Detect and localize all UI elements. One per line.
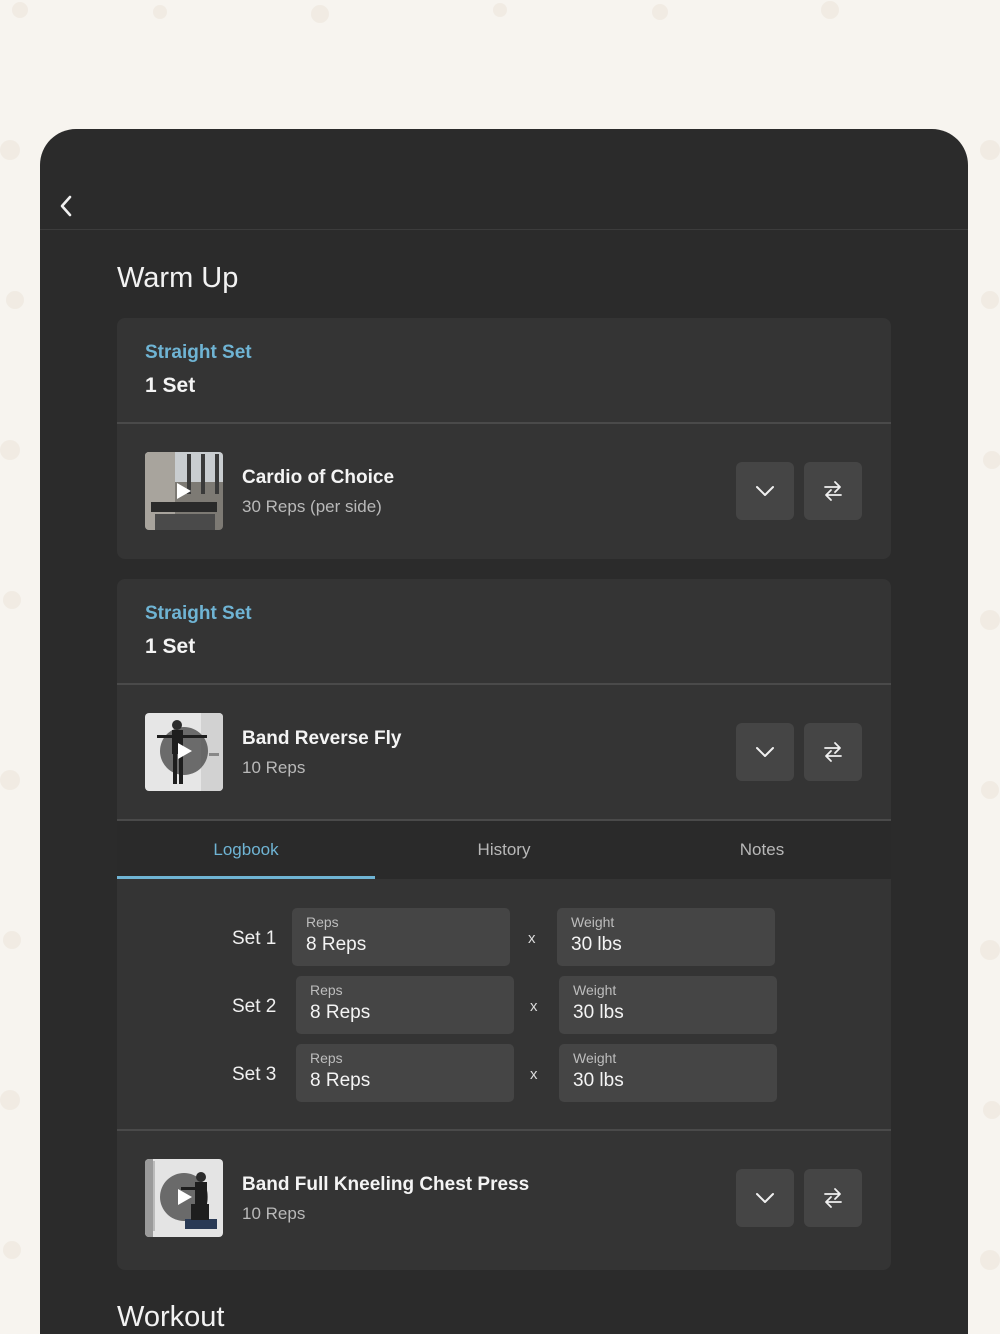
reps-input[interactable]: Reps 8 Reps: [296, 976, 514, 1034]
exercise-row[interactable]: Band Full Kneeling Chest Press 10 Reps: [117, 1131, 891, 1265]
reps-field-value: 8 Reps: [306, 934, 367, 955]
set-count-label: 1 Set: [145, 635, 196, 658]
group-header: Straight Set 1 Set: [117, 579, 891, 685]
weight-input[interactable]: Weight 30 lbs: [559, 1044, 777, 1102]
chevron-left-icon: [60, 195, 72, 217]
multiply-sign: x: [530, 1066, 538, 1083]
expand-button[interactable]: [736, 723, 794, 781]
section-title-warmup: Warm Up: [117, 262, 239, 294]
reps-field-value: 8 Reps: [310, 1070, 371, 1091]
reps-input[interactable]: Reps 8 Reps: [292, 908, 510, 966]
set-count-label: 1 Set: [145, 374, 196, 397]
swap-arrows-icon: [824, 481, 842, 501]
exercise-name: Band Reverse Fly: [242, 728, 402, 749]
exercise-video-thumbnail[interactable]: [145, 452, 223, 530]
exercise-group-card: Straight Set 1 Set Cardio of Choice 30 R…: [117, 318, 891, 559]
expand-button[interactable]: [736, 1169, 794, 1227]
exercise-detail: 30 Reps (per side): [242, 497, 382, 516]
app-window: Warm Up Straight Set 1 Set Cardio of Cho…: [40, 129, 968, 1334]
exercise-row[interactable]: Cardio of Choice 30 Reps (per side): [117, 424, 891, 558]
logbook-panel: Set 1 Reps 8 Reps x Weight 30 lbs Set 2 …: [117, 879, 891, 1131]
set-label: Set 1: [232, 928, 277, 949]
exercise-name: Band Full Kneeling Chest Press: [242, 1174, 530, 1195]
weight-field-label: Weight: [573, 982, 617, 998]
multiply-sign: x: [530, 998, 538, 1015]
weight-field-label: Weight: [571, 914, 615, 930]
reps-field-label: Reps: [310, 982, 343, 998]
swap-arrows-icon: [824, 1188, 842, 1208]
weight-field-value: 30 lbs: [571, 934, 622, 955]
top-bar: [40, 129, 968, 230]
exercise-video-thumbnail[interactable]: [145, 1159, 223, 1237]
weight-field-value: 30 lbs: [573, 1002, 624, 1023]
set-type-label: Straight Set: [145, 342, 252, 363]
set-label: Set 2: [232, 996, 277, 1017]
swap-arrows-icon: [824, 742, 842, 762]
swap-exercise-button[interactable]: [804, 723, 862, 781]
swap-exercise-button[interactable]: [804, 1169, 862, 1227]
exercise-video-thumbnail[interactable]: [145, 713, 223, 791]
multiply-sign: x: [528, 930, 536, 947]
exercise-row[interactable]: Band Reverse Fly 10 Reps: [117, 685, 891, 819]
swap-exercise-button[interactable]: [804, 462, 862, 520]
exercise-detail: 10 Reps: [242, 1204, 306, 1223]
reps-field-label: Reps: [310, 1050, 343, 1066]
group-header: Straight Set 1 Set: [117, 318, 891, 424]
reps-input[interactable]: Reps 8 Reps: [296, 1044, 514, 1102]
chevron-down-icon: [756, 1193, 774, 1203]
expand-button[interactable]: [736, 462, 794, 520]
set-type-label: Straight Set: [145, 603, 252, 624]
weight-input[interactable]: Weight 30 lbs: [559, 976, 777, 1034]
chevron-down-icon: [756, 486, 774, 496]
exercise-group-card: Straight Set 1 Set Band Reverse Fly 10 R…: [117, 579, 891, 1270]
weight-field-label: Weight: [573, 1050, 617, 1066]
tab-logbook[interactable]: Logbook: [117, 821, 375, 879]
exercise-tabs: Logbook History Notes: [117, 819, 891, 879]
section-title-workout: Workout: [117, 1301, 225, 1333]
back-button[interactable]: [52, 189, 80, 223]
reps-field-label: Reps: [306, 914, 339, 930]
reps-field-value: 8 Reps: [310, 1002, 371, 1023]
weight-input[interactable]: Weight 30 lbs: [557, 908, 775, 966]
chevron-down-icon: [756, 747, 774, 757]
exercise-detail: 10 Reps: [242, 758, 306, 777]
set-label: Set 3: [232, 1064, 277, 1085]
tab-history[interactable]: History: [375, 821, 633, 879]
weight-field-value: 30 lbs: [573, 1070, 624, 1091]
tab-notes[interactable]: Notes: [633, 821, 891, 879]
exercise-name: Cardio of Choice: [242, 467, 395, 488]
